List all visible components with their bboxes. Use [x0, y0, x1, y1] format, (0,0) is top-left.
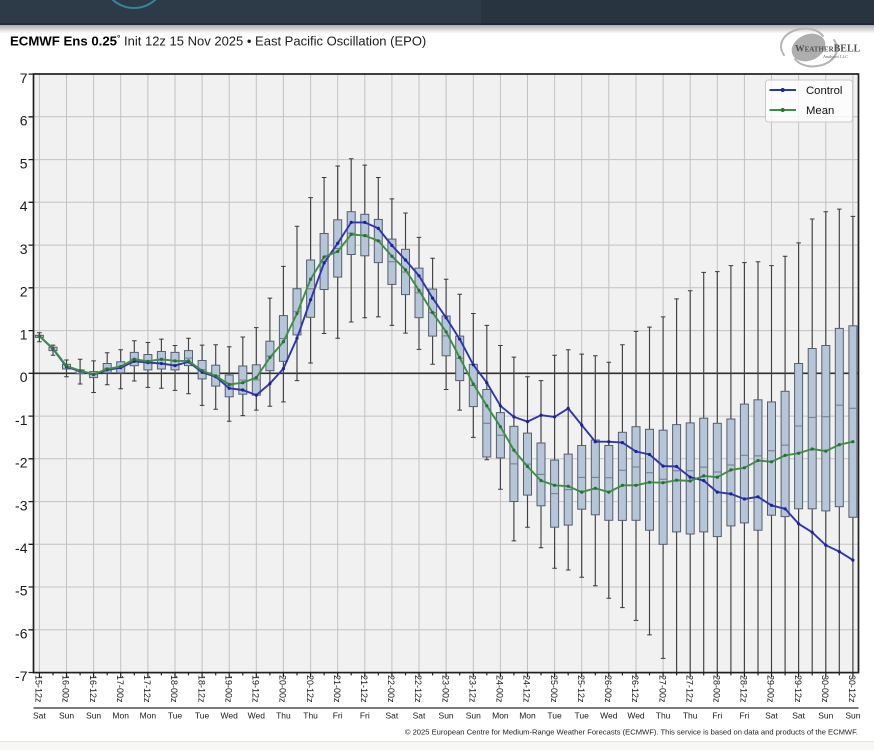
svg-text:Wed: Wed	[627, 711, 645, 721]
svg-text:24-00z: 24-00z	[495, 675, 505, 703]
svg-text:21-00z: 21-00z	[332, 675, 342, 703]
svg-text:Sat: Sat	[386, 711, 399, 721]
svg-text:Tue: Tue	[547, 711, 562, 721]
svg-text:0: 0	[20, 369, 28, 385]
svg-text:Wed: Wed	[248, 711, 266, 721]
svg-text:26-12z: 26-12z	[630, 675, 640, 703]
svg-text:23-00z: 23-00z	[440, 675, 450, 703]
svg-text:-3: -3	[15, 497, 28, 513]
svg-text:© 2025 European Centre for Med: © 2025 European Centre for Medium-Range …	[405, 728, 858, 737]
svg-text:27-00z: 27-00z	[657, 675, 667, 703]
svg-text:Mon: Mon	[519, 711, 536, 721]
svg-text:29-12z: 29-12z	[793, 675, 803, 703]
svg-text:22-12z: 22-12z	[413, 675, 423, 703]
svg-text:20-12z: 20-12z	[305, 675, 315, 703]
svg-text:20-00z: 20-00z	[278, 675, 288, 703]
svg-text:29-00z: 29-00z	[766, 675, 776, 703]
svg-text:28-00z: 28-00z	[712, 675, 722, 703]
svg-text:Sat: Sat	[33, 711, 46, 721]
svg-text:Tue: Tue	[168, 711, 183, 721]
svg-text:Thu: Thu	[656, 711, 671, 721]
svg-text:Thu: Thu	[683, 711, 698, 721]
svg-text:Sat: Sat	[792, 711, 805, 721]
svg-text:Thu: Thu	[303, 711, 318, 721]
svg-text:23-12z: 23-12z	[468, 675, 478, 703]
svg-text:15-12z: 15-12z	[34, 675, 44, 703]
svg-text:19-12z: 19-12z	[251, 675, 261, 703]
svg-text:Thu: Thu	[276, 711, 291, 721]
svg-text:26-00z: 26-00z	[603, 675, 613, 703]
svg-text:19-00z: 19-00z	[223, 675, 233, 703]
svg-text:30-12z: 30-12z	[847, 675, 857, 703]
svg-text:Wed: Wed	[600, 711, 618, 721]
svg-text:-2: -2	[15, 455, 28, 471]
svg-text:Sun: Sun	[845, 711, 860, 721]
svg-text:Fri: Fri	[360, 711, 370, 721]
svg-text:Sat: Sat	[765, 711, 778, 721]
svg-text:17-00z: 17-00z	[115, 675, 125, 703]
svg-text:-6: -6	[15, 626, 28, 642]
svg-text:-1: -1	[15, 412, 28, 428]
svg-text:Mon: Mon	[492, 711, 509, 721]
svg-text:Sun: Sun	[818, 711, 833, 721]
svg-text:Sun: Sun	[439, 711, 454, 721]
svg-text:16-00z: 16-00z	[61, 675, 71, 703]
svg-text:Tue: Tue	[575, 711, 590, 721]
svg-text:6: 6	[20, 113, 28, 129]
svg-text:Fri: Fri	[712, 711, 722, 721]
svg-text:Sun: Sun	[86, 711, 101, 721]
svg-text:28-12z: 28-12z	[739, 675, 749, 703]
svg-text:1: 1	[20, 326, 28, 342]
svg-text:21-12z: 21-12z	[359, 675, 369, 703]
svg-text:Sun: Sun	[59, 711, 74, 721]
svg-text:25-12z: 25-12z	[576, 675, 586, 703]
svg-text:17-12z: 17-12z	[142, 675, 152, 703]
svg-text:5: 5	[20, 155, 28, 171]
svg-text:18-00z: 18-00z	[169, 675, 179, 703]
svg-text:Wed: Wed	[221, 711, 239, 721]
svg-text:3: 3	[20, 241, 28, 257]
svg-text:2: 2	[20, 284, 28, 300]
svg-text:18-12z: 18-12z	[196, 675, 206, 703]
svg-text:-7: -7	[15, 668, 28, 684]
svg-text:Sun: Sun	[466, 711, 481, 721]
svg-text:7: 7	[20, 70, 28, 86]
svg-text:Mon: Mon	[140, 711, 157, 721]
svg-text:Mean: Mean	[806, 105, 834, 117]
svg-text:30-00z: 30-00z	[820, 675, 830, 703]
svg-text:Fri: Fri	[333, 711, 343, 721]
svg-text:27-12z: 27-12z	[684, 675, 694, 703]
svg-text:22-00z: 22-00z	[386, 675, 396, 703]
svg-text:Control: Control	[806, 85, 842, 97]
svg-text:24-12z: 24-12z	[522, 675, 532, 703]
svg-text:-5: -5	[15, 583, 28, 599]
svg-text:-4: -4	[15, 540, 28, 556]
svg-text:Mon: Mon	[112, 711, 129, 721]
svg-text:Sat: Sat	[413, 711, 426, 721]
svg-text:25-00z: 25-00z	[549, 675, 559, 703]
svg-text:Fri: Fri	[739, 711, 749, 721]
svg-text:16-12z: 16-12z	[88, 675, 98, 703]
svg-text:Tue: Tue	[195, 711, 210, 721]
svg-text:4: 4	[20, 198, 28, 214]
